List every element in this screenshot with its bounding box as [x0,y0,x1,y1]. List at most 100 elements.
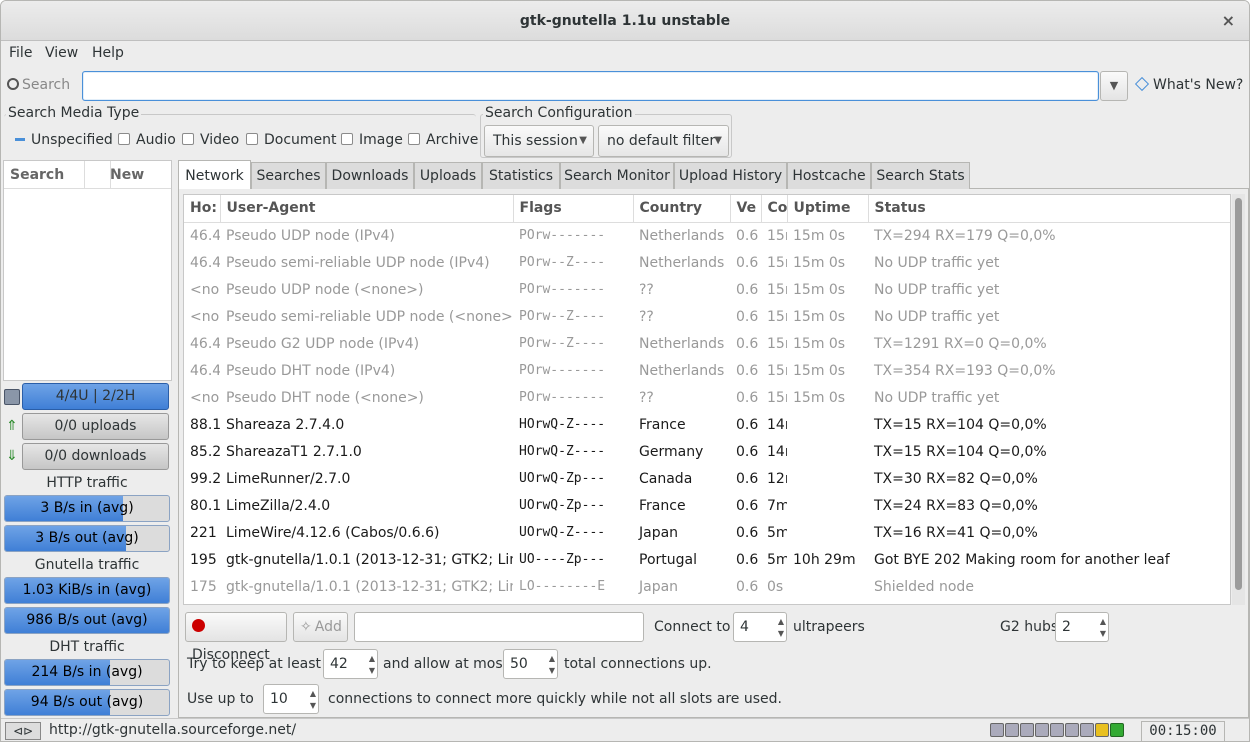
useup-label: Use up to [187,691,254,707]
spin-up-icon[interactable]: ▲ [369,654,375,663]
disconnect-button[interactable]: Disconnect [185,612,287,663]
search-input[interactable] [82,71,1099,101]
table-row[interactable]: 175 gtk-gnutella/1.0.1 (2013-12-31; GTK2;… [184,573,1230,600]
table-row[interactable]: 80.1 LimeZilla/2.4.0 UOrwQ-Zp--- France 0.6 7… [184,492,1230,519]
table-row[interactable]: 99.2 LimeRunner/2.7.0 UOrwQ-Zp--- Canada 0.6… [184,465,1230,492]
table-row[interactable]: 88.1 Shareaza 2.7.4.0 HOrwQ-Z---- France 0.6… [184,411,1230,438]
connections-button[interactable]: 4/4U | 2/2H [22,383,169,410]
useup-spinner[interactable]: 10 ▲ ▼ [263,684,319,714]
allow-label: and allow at most [383,656,509,672]
tab-searches[interactable]: Searches [251,162,326,189]
spin-up-icon[interactable]: ▲ [778,617,784,626]
column-header[interactable]: Uptime [787,195,869,223]
spin-up-icon[interactable]: ▲ [310,689,316,698]
table-cell: Pseudo semi-reliable UDP node (<none>) [226,308,513,325]
allow-spinner[interactable]: 50 ▲ ▼ [503,649,558,679]
table-cell: 80.1 [190,497,220,514]
firewall-icon [990,723,1004,737]
table-cell: ShareazaT1 2.7.1.0 [226,443,362,460]
checkbox-icon [182,133,194,145]
spin-down-icon[interactable]: ▼ [549,666,555,675]
tab-network[interactable]: Network [178,160,251,189]
table-cell: No UDP traffic yet [874,281,1000,298]
table-row[interactable]: <non Pseudo DHT node (<none>) POrw-------?… [184,384,1230,411]
column-header[interactable]: Ho: [184,195,221,223]
spin-down-icon[interactable]: ▼ [778,629,784,638]
table-cell: Pseudo DHT node (IPv4) [226,362,396,379]
close-icon[interactable]: × [1222,1,1235,41]
whats-new-button[interactable]: What's New? [1134,76,1243,93]
media-unspecified[interactable]: Unspecified [15,132,113,148]
media-archive[interactable]: Archive [408,132,478,148]
table-row[interactable]: <non Pseudo UDP node (<none>) POrw-------?… [184,276,1230,303]
tab-downloads[interactable]: Downloads [326,162,414,189]
chevron-down-icon: ▼ [579,135,587,146]
g2-icon [1050,723,1064,737]
dht-in-text: 214 B/s in (avg) [31,664,143,680]
media-audio[interactable]: Audio [118,132,176,148]
column-header[interactable]: Country [633,195,731,223]
search-column-header[interactable]: Search [10,161,64,189]
table-row[interactable]: 221 LimeWire/4.12.6 (Cabos/0.6.6) UOrwQ-Z-… [184,519,1230,546]
table-cell: No UDP traffic yet [874,389,1000,406]
table-row[interactable]: 46.4 Pseudo DHT node (IPv4) POrw------- Net… [184,357,1230,384]
status-bar: ⊲⊳ http://gtk-gnutella.sourceforge.net/ … [1,718,1249,741]
menu-view[interactable]: View [45,45,78,61]
nodes-table[interactable]: Ho: User-Agent Flags Country Ve Co Uptime Statu… [183,194,1231,605]
search-label[interactable]: Search [7,77,70,93]
column-header[interactable]: Flags [513,195,634,223]
keep-value: 42 [330,656,348,672]
spin-down-icon[interactable]: ▼ [1100,629,1106,638]
tab-hostcache[interactable]: Hostcache [787,162,871,189]
g2-hubs-label: G2 hubs [1000,619,1059,635]
spin-up-icon[interactable]: ▲ [549,654,555,663]
table-row[interactable]: 46.4 Pseudo G2 UDP node (IPv4) POrw--Z----… [184,330,1230,357]
session-combo-value: This session [493,133,578,149]
search-list[interactable]: Search New [3,160,172,381]
table-row[interactable]: 46.4 Pseudo semi-reliable UDP node (IPv4)… [184,249,1230,276]
scrollbar-thumb[interactable] [1235,198,1242,590]
connection-plug-icon[interactable]: ⊲⊳ [5,722,41,740]
dht-out-text: 94 B/s out (avg) [30,694,144,710]
table-cell: 0.6 [736,362,759,379]
table-cell: POrw------- [519,363,606,378]
column-header[interactable]: Ve [730,195,762,223]
table-row[interactable]: 46.4 Pseudo UDP node (IPv4) POrw------- Net… [184,222,1230,249]
tab-search-stats[interactable]: Search Stats [871,162,970,189]
menu-help[interactable]: Help [92,45,124,61]
tab-uploads[interactable]: Uploads [414,162,482,189]
checkbox-icon [118,133,130,145]
column-header[interactable]: Status [868,195,1230,223]
table-row[interactable]: 195 gtk-gnutella/1.0.1 (2013-12-31; GTK2;… [184,546,1230,573]
session-combo[interactable]: This session ▼ [484,125,594,157]
keep-spinner[interactable]: 42 ▲ ▼ [323,649,378,679]
tab-search-monitor[interactable]: Search Monitor [560,162,674,189]
new-column-header[interactable]: New [110,161,144,189]
spin-down-icon[interactable]: ▼ [369,666,375,675]
column-header[interactable]: User-Agent [220,195,514,223]
spin-up-icon[interactable]: ▲ [1100,617,1106,626]
table-cell: 7m [767,497,787,514]
node-address-input[interactable] [354,612,644,642]
table-scrollbar[interactable] [1232,194,1245,605]
gnutella-out-text: 986 B/s out (avg) [26,612,148,628]
search-history-dropdown[interactable]: ▼ [1100,71,1128,101]
column-header[interactable]: Co [761,195,788,223]
media-image[interactable]: Image [341,132,403,148]
status-url[interactable]: http://gtk-gnutella.sourceforge.net/ [49,722,296,738]
downloads-button[interactable]: 0/0 downloads [22,443,169,470]
g2-hubs-spinner[interactable]: 2 ▲ ▼ [1055,612,1109,642]
add-button[interactable]: ✧ Add [293,612,348,642]
menu-file[interactable]: File [9,45,32,61]
connect-to-spinner[interactable]: 4 ▲ ▼ [733,612,787,642]
allow-value: 50 [510,656,528,672]
media-video[interactable]: Video [182,132,239,148]
media-document[interactable]: Document [246,132,337,148]
table-row[interactable]: <non Pseudo semi-reliable UDP node (<none… [184,303,1230,330]
filter-combo[interactable]: no default filter ▼ [598,125,729,157]
table-row[interactable]: 85.2 ShareazaT1 2.7.1.0 HOrwQ-Z---- Germany… [184,438,1230,465]
tab-upload-history[interactable]: Upload History [674,162,787,189]
uploads-button[interactable]: 0/0 uploads [22,413,169,440]
tab-statistics[interactable]: Statistics [482,162,560,189]
spin-down-icon[interactable]: ▼ [310,701,316,710]
